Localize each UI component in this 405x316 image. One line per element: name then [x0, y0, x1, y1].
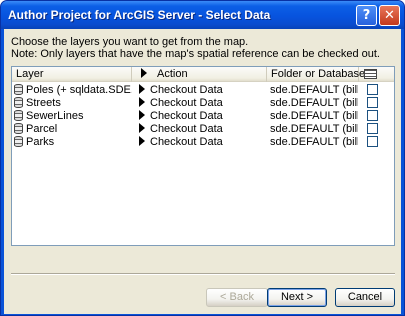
- action-value: Checkout Data: [150, 97, 223, 109]
- layer-name: Streets: [26, 97, 61, 109]
- action-value: Checkout Data: [150, 110, 223, 122]
- action-dropdown-icon[interactable]: [139, 123, 145, 133]
- action-value: Checkout Data: [150, 84, 223, 96]
- table-row[interactable]: SewerLines Checkout Data sde.DEFAULT (bi…: [12, 110, 394, 123]
- table-row[interactable]: Poles (+ sqldata.SDE.Ri... Checkout Data…: [12, 84, 394, 97]
- close-button[interactable]: ✕: [379, 5, 400, 26]
- layer-list[interactable]: Layer Action Folder or Database Poles (+…: [11, 66, 395, 246]
- folder-value: sde.DEFAULT (billy...: [270, 97, 358, 109]
- help-button[interactable]: ?: [356, 5, 377, 26]
- folder-value: sde.DEFAULT (billy...: [270, 84, 358, 96]
- layer-name: Poles (+ sqldata.SDE.Ri...: [26, 84, 132, 96]
- column-header-folder-label: Folder or Database: [271, 68, 366, 80]
- action-cell[interactable]: Checkout Data: [136, 123, 264, 136]
- action-dropdown-icon[interactable]: [139, 110, 145, 120]
- database-layer-icon: [14, 84, 23, 95]
- layer-cell: Parcel: [14, 123, 132, 136]
- database-layer-icon: [14, 97, 23, 108]
- database-layer-icon: [14, 110, 23, 121]
- window-title: Author Project for ArcGIS Server - Selec…: [8, 8, 271, 22]
- action-value: Checkout Data: [150, 123, 223, 135]
- table-row[interactable]: Streets Checkout Data sde.DEFAULT (billy…: [12, 97, 394, 110]
- layer-cell: Streets: [14, 97, 132, 110]
- table-row[interactable]: Parcel Checkout Data sde.DEFAULT (billy.…: [12, 123, 394, 136]
- action-cell[interactable]: Checkout Data: [136, 110, 264, 123]
- folder-value: sde.DEFAULT (billy...: [270, 136, 358, 148]
- play-arrow-icon: [141, 68, 147, 78]
- layer-checkbox[interactable]: [367, 110, 378, 121]
- column-header-action-label: Action: [157, 68, 188, 80]
- folder-value: sde.DEFAULT (billy...: [270, 110, 358, 122]
- dialog-window: Author Project for ArcGIS Server - Selec…: [0, 0, 405, 316]
- layer-checkbox[interactable]: [367, 84, 378, 95]
- layer-name: Parks: [26, 136, 55, 148]
- title-bar[interactable]: Author Project for ArcGIS Server - Selec…: [1, 1, 404, 29]
- close-icon: ✕: [384, 8, 395, 23]
- action-cell[interactable]: Checkout Data: [136, 84, 264, 97]
- action-dropdown-icon[interactable]: [139, 97, 145, 107]
- layer-name: SewerLines: [26, 110, 84, 122]
- layer-checkbox[interactable]: [367, 136, 378, 147]
- column-header-layer-label: Layer: [16, 68, 44, 80]
- table-row[interactable]: Parks Checkout Data sde.DEFAULT (billy..…: [12, 136, 394, 149]
- layer-cell: Poles (+ sqldata.SDE.Ri...: [14, 84, 132, 97]
- database-layer-icon: [14, 136, 23, 147]
- help-icon: ?: [362, 8, 371, 23]
- layer-cell: Parks: [14, 136, 132, 149]
- column-header-checkall[interactable]: [359, 67, 394, 82]
- cancel-button[interactable]: Cancel: [335, 288, 395, 307]
- action-dropdown-icon[interactable]: [139, 136, 145, 146]
- folder-value: sde.DEFAULT (billy...: [270, 123, 358, 135]
- dialog-body: Choose the layers you want to get from t…: [4, 29, 401, 314]
- action-dropdown-icon[interactable]: [139, 84, 145, 94]
- layer-checkbox[interactable]: [367, 123, 378, 134]
- instruction-text: Choose the layers you want to get from t…: [11, 36, 249, 48]
- layer-checkbox[interactable]: [367, 97, 378, 108]
- column-header-action[interactable]: Action: [132, 67, 267, 82]
- back-button[interactable]: < Back: [206, 288, 268, 307]
- note-text: Note: Only layers that have the map's sp…: [11, 48, 380, 60]
- column-header-folder[interactable]: Folder or Database: [267, 67, 365, 82]
- database-layer-icon: [14, 123, 23, 134]
- action-cell[interactable]: Checkout Data: [136, 136, 264, 149]
- list-header: Layer Action Folder or Database: [12, 67, 394, 82]
- select-all-grid-icon[interactable]: [364, 69, 377, 79]
- layer-cell: SewerLines: [14, 110, 132, 123]
- next-button[interactable]: Next >: [267, 288, 327, 307]
- layer-name: Parcel: [26, 123, 58, 135]
- divider: [11, 273, 395, 275]
- action-value: Checkout Data: [150, 136, 223, 148]
- column-header-layer[interactable]: Layer: [12, 67, 132, 82]
- action-cell[interactable]: Checkout Data: [136, 97, 264, 110]
